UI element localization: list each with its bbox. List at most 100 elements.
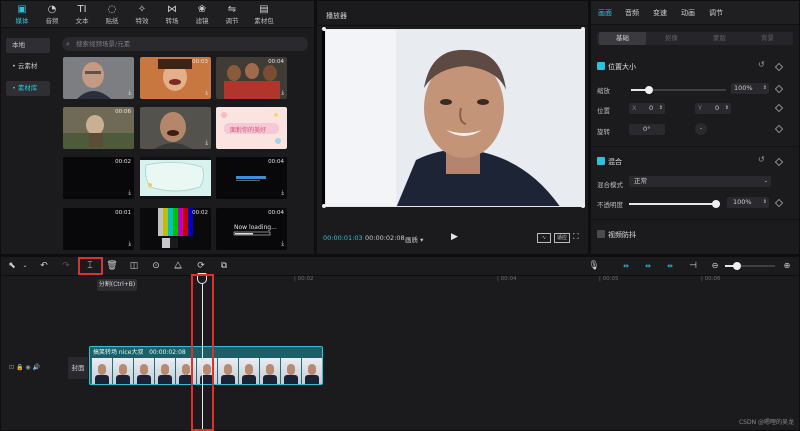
- stepper-icon[interactable]: ⇕: [763, 197, 767, 208]
- subtab-mask[interactable]: 蒙版: [696, 32, 743, 45]
- cover-button[interactable]: 封面: [68, 357, 88, 379]
- tab-package[interactable]: ▤ 素材包: [249, 4, 279, 25]
- quality-select[interactable]: 画质 ▾: [405, 234, 423, 244]
- tab-effects[interactable]: ✧ 特效: [127, 4, 157, 25]
- mute-icon[interactable]: 🔊: [33, 364, 40, 371]
- play-icon[interactable]: ▶: [451, 232, 458, 242]
- download-icon[interactable]: ⤓: [281, 189, 284, 197]
- rotate-dial-icon[interactable]: -: [695, 123, 707, 135]
- fullscreen-icon[interactable]: ⛶: [573, 232, 579, 242]
- library-item[interactable]: 00:04 ⤓: [216, 57, 287, 99]
- visible-icon[interactable]: ◉: [25, 364, 30, 371]
- corner-handle[interactable]: [581, 204, 585, 208]
- freeze-icon[interactable]: ◫: [127, 259, 141, 273]
- download-icon[interactable]: ⤓: [128, 240, 131, 248]
- link-track-icon[interactable]: ⇹: [641, 259, 655, 273]
- library-item[interactable]: 00:06 ◌: [63, 107, 134, 149]
- subtab-background[interactable]: 背景: [744, 32, 791, 45]
- download-icon[interactable]: ⤓: [205, 139, 208, 147]
- position-size-checkbox[interactable]: [597, 62, 605, 70]
- search-input[interactable]: ⌕ 搜索视频场景/元素: [62, 37, 308, 51]
- position-y-field[interactable]: Y 0 ⇕: [695, 103, 731, 114]
- library-item[interactable]: 面對你的美好 00:05: [216, 107, 287, 149]
- tab-animation[interactable]: 动画: [681, 8, 695, 18]
- chevron-down-icon[interactable]: ⌄: [18, 259, 32, 273]
- slider-knob[interactable]: [733, 262, 741, 270]
- slider-knob[interactable]: [712, 200, 720, 208]
- download-icon[interactable]: ⤓: [281, 89, 284, 97]
- video-preview[interactable]: [325, 29, 585, 207]
- corner-handle[interactable]: [322, 27, 326, 31]
- corner-handle[interactable]: [581, 27, 585, 31]
- rotate-icon[interactable]: ⟳: [194, 259, 208, 273]
- keyframe-icon[interactable]: [774, 124, 784, 134]
- corner-handle[interactable]: [322, 204, 326, 208]
- library-item[interactable]: ⤓: [140, 157, 211, 199]
- keyframe-icon[interactable]: [774, 62, 784, 72]
- zoom-slider[interactable]: [725, 262, 775, 270]
- keyframe-icon[interactable]: [774, 198, 784, 208]
- tab-adjust[interactable]: ⇋ 调节: [217, 4, 247, 25]
- scale-field[interactable]: 100% ⇕: [731, 83, 769, 94]
- reverse-icon[interactable]: ⊙: [149, 259, 163, 273]
- redo-icon[interactable]: ↷: [59, 259, 73, 273]
- nav-library[interactable]: • 素材库: [6, 81, 50, 96]
- opacity-field[interactable]: 100% ⇕: [727, 197, 769, 208]
- undo-icon[interactable]: ↶: [37, 259, 51, 273]
- microphone-icon[interactable]: 🎙: [587, 259, 601, 273]
- keyframe-icon[interactable]: [774, 157, 784, 167]
- link-main-icon[interactable]: ⇹: [619, 259, 633, 273]
- position-x-field[interactable]: X 0 ⇕: [629, 103, 665, 114]
- reset-icon[interactable]: ↺: [758, 60, 765, 69]
- rotate-field[interactable]: 0°: [629, 124, 665, 135]
- download-icon[interactable]: ⤓: [205, 89, 208, 97]
- tab-media[interactable]: ▣ 媒体: [7, 4, 37, 25]
- keyframe-icon[interactable]: [774, 103, 784, 113]
- blend-checkbox[interactable]: [597, 157, 605, 165]
- download-icon[interactable]: ⤓: [128, 89, 131, 97]
- tab-transition[interactable]: ⋈ 转场: [157, 4, 187, 25]
- ratio-button[interactable]: 适应: [554, 233, 570, 243]
- library-item[interactable]: ⤓: [63, 57, 134, 99]
- split-track-icon[interactable]: ⊣: [686, 259, 700, 273]
- stabilize-checkbox[interactable]: [597, 230, 605, 238]
- download-icon[interactable]: ⤓: [205, 189, 208, 197]
- library-item[interactable]: 00:02: [140, 208, 211, 250]
- library-item[interactable]: ⤓: [140, 107, 211, 149]
- mirror-icon[interactable]: ⧋: [171, 259, 185, 273]
- preview-axis-icon[interactable]: ⇹: [663, 259, 677, 273]
- tab-audio-props[interactable]: 音频: [625, 8, 639, 18]
- tab-filter[interactable]: ❀ 滤镜: [187, 4, 217, 25]
- reset-icon[interactable]: ↺: [758, 155, 765, 164]
- crop-icon[interactable]: ⧉: [217, 259, 231, 273]
- tab-picture[interactable]: 画面: [598, 8, 612, 18]
- delete-icon[interactable]: 🗑: [105, 259, 119, 273]
- zoom-out-icon[interactable]: ⊖: [708, 259, 722, 273]
- subtab-keying[interactable]: 抠像: [648, 32, 695, 45]
- blend-mode-select[interactable]: 正常 ⌄: [629, 176, 771, 187]
- nav-local[interactable]: 本地: [6, 38, 50, 53]
- tab-text[interactable]: TI 文本: [67, 4, 97, 25]
- stepper-icon[interactable]: ⇕: [659, 103, 663, 114]
- library-item[interactable]: 00:03 ⤓: [140, 57, 211, 99]
- library-item[interactable]: 00:04 ⤓: [216, 157, 287, 199]
- library-item[interactable]: Now loading... 00:04 ⤓: [216, 208, 287, 250]
- opacity-slider[interactable]: [629, 200, 720, 208]
- stepper-icon[interactable]: ⇕: [763, 83, 767, 94]
- download-icon[interactable]: ⤓: [128, 189, 131, 197]
- zoom-in-icon[interactable]: ⊕: [780, 259, 794, 273]
- waveform-icon[interactable]: ∿: [537, 233, 551, 243]
- lock-icon[interactable]: 🔒: [16, 364, 23, 371]
- stepper-icon[interactable]: ⇕: [725, 103, 729, 114]
- select-tool-icon[interactable]: ⬉: [5, 259, 19, 273]
- download-icon[interactable]: ⤓: [281, 240, 284, 248]
- keyframe-icon[interactable]: [774, 84, 784, 94]
- library-item[interactable]: 00:01 ⤓: [63, 208, 134, 250]
- track-icon[interactable]: ⊡: [9, 364, 14, 371]
- tab-speed[interactable]: 变速: [653, 8, 667, 18]
- subtab-basic[interactable]: 基础: [599, 32, 646, 45]
- slider-knob[interactable]: [645, 86, 654, 94]
- tab-adjust-props[interactable]: 调节: [709, 8, 723, 18]
- scale-slider[interactable]: [631, 86, 726, 94]
- library-item[interactable]: 00:02 ⤓: [63, 157, 134, 199]
